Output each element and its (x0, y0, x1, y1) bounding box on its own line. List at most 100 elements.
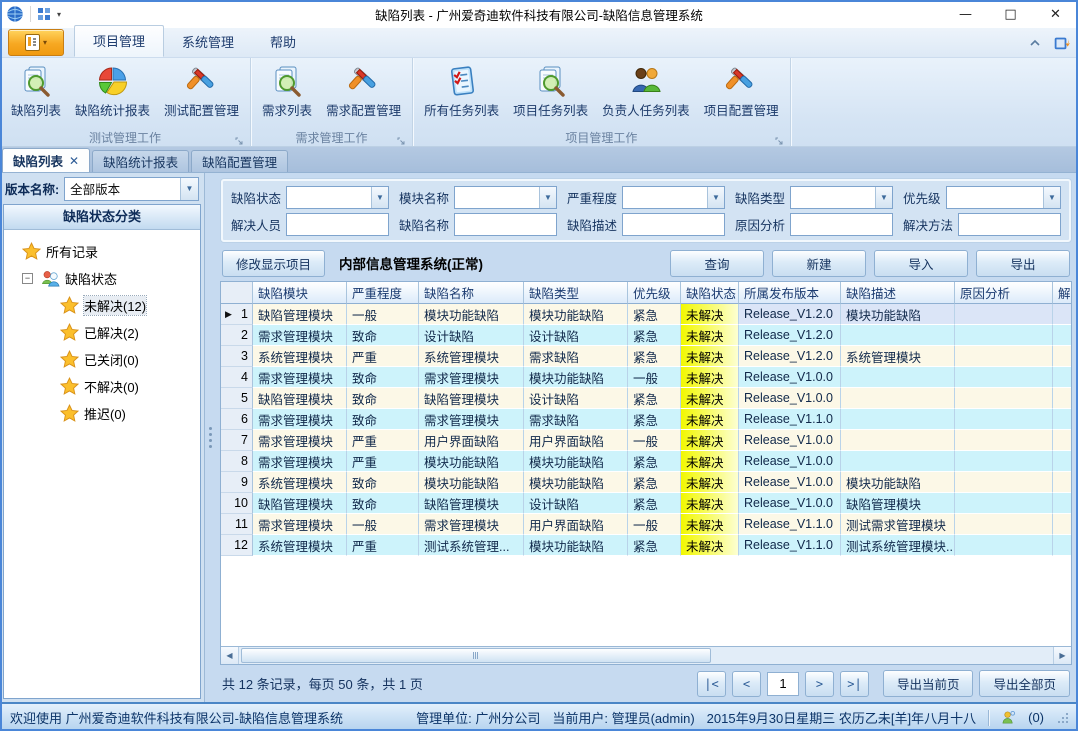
collapse-ribbon-icon[interactable] (1028, 38, 1042, 48)
row-selector[interactable]: 7 (221, 430, 253, 451)
sidebar-splitter[interactable] (205, 173, 215, 702)
close-tab-icon[interactable]: ✕ (69, 154, 79, 168)
scrollbar-thumb[interactable] (241, 648, 711, 663)
column-header-缺陷描述[interactable]: 缺陷描述 (841, 282, 955, 304)
row-selector[interactable]: 4 (221, 367, 253, 388)
table-row[interactable]: 6需求管理模块致命需求管理模块需求缺陷紧急未解决Release_V1.1.0 (221, 409, 1071, 430)
table-row[interactable]: 5缺陷管理模块致命缺陷管理模块设计缺陷紧急未解决Release_V1.0.0 (221, 388, 1071, 409)
tree-item-已关闭(0)[interactable]: 已关闭(0) (8, 346, 196, 373)
column-header-原因分析[interactable]: 原因分析 (955, 282, 1053, 304)
table-row[interactable]: 3系统管理模块严重系统管理模块需求缺陷紧急未解决Release_V1.2.0系统… (221, 346, 1071, 367)
action-button-导入[interactable]: 导入 (874, 250, 968, 277)
tree-item-推迟(0)[interactable]: 推迟(0) (8, 400, 196, 427)
row-selector[interactable]: 6 (221, 409, 253, 430)
defect-list-shortcut-icon[interactable] (37, 7, 51, 21)
table-row[interactable]: 2需求管理模块致命设计缺陷设计缺陷紧急未解决Release_V1.2.0 (221, 325, 1071, 346)
ribbon-tab-帮助[interactable]: 帮助 (252, 27, 314, 57)
column-header-缺陷类型[interactable]: 缺陷类型 (524, 282, 628, 304)
help-icon[interactable] (1052, 34, 1070, 52)
row-selector[interactable]: 9 (221, 472, 253, 493)
ribbon-button-需求列表[interactable]: 需求列表 (255, 61, 319, 122)
dialog-launcher-icon[interactable] (775, 134, 784, 143)
ribbon-button-需求配置管理[interactable]: 需求配置管理 (319, 61, 408, 122)
ribbon-button-所有任务列表[interactable]: 所有任务列表 (417, 61, 506, 122)
doc-tab-缺陷列表[interactable]: 缺陷列表✕ (2, 148, 90, 172)
minimize-button[interactable]: — (943, 0, 988, 28)
filter-input-原因分析[interactable] (790, 213, 893, 236)
table-row[interactable]: 4需求管理模块致命需求管理模块模块功能缺陷一般未解决Release_V1.0.0 (221, 367, 1071, 388)
column-header-缺陷模块[interactable]: 缺陷模块 (253, 282, 347, 304)
tree-item-缺陷状态[interactable]: −缺陷状态 (8, 265, 196, 292)
next-page-button[interactable]: > (805, 671, 834, 697)
action-button-导出[interactable]: 导出 (976, 250, 1070, 277)
dialog-launcher-icon[interactable] (397, 134, 406, 143)
ribbon-button-项目任务列表[interactable]: 项目任务列表 (506, 61, 595, 122)
filter-select-缺陷状态[interactable]: ▼ (286, 186, 389, 209)
ribbon-tab-系统管理[interactable]: 系统管理 (164, 27, 252, 57)
maximize-button[interactable]: □ (988, 0, 1033, 28)
row-selector[interactable]: 11 (221, 514, 253, 535)
ribbon-button-项目配置管理[interactable]: 项目配置管理 (697, 61, 786, 122)
quick-access-dropdown-icon[interactable]: ▾ (57, 10, 61, 19)
modify-display-button[interactable]: 修改显示项目 (222, 250, 325, 277)
row-selector[interactable]: 8 (221, 451, 253, 472)
scroll-right-icon[interactable]: ▶ (1053, 647, 1071, 664)
page-number-input[interactable]: 1 (767, 672, 799, 696)
filter-select-优先级[interactable]: ▼ (946, 186, 1061, 209)
row-selector[interactable]: 3 (221, 346, 253, 367)
filter-input-缺陷名称[interactable] (454, 213, 557, 236)
column-header-解决方法[interactable]: 解决方法 (1053, 282, 1071, 304)
scroll-left-icon[interactable]: ◀ (221, 647, 239, 664)
dialog-launcher-icon[interactable] (235, 134, 244, 143)
first-page-button[interactable]: |< (697, 671, 726, 697)
filter-input-缺陷描述[interactable] (622, 213, 725, 236)
online-user-icon[interactable] (1001, 710, 1016, 725)
ribbon-button-缺陷统计报表[interactable]: 缺陷统计报表 (68, 61, 157, 122)
column-header-严重程度[interactable]: 严重程度 (347, 282, 419, 304)
action-button-新建[interactable]: 新建 (772, 250, 866, 277)
table-row[interactable]: ▶1缺陷管理模块一般模块功能缺陷模块功能缺陷紧急未解决Release_V1.2.… (221, 304, 1071, 325)
last-page-button[interactable]: >| (840, 671, 869, 697)
row-selector[interactable]: 12 (221, 535, 253, 556)
column-header-所属发布版本[interactable]: 所属发布版本 (739, 282, 841, 304)
row-selector[interactable]: 2 (221, 325, 253, 346)
table-row[interactable]: 10缺陷管理模块致命缺陷管理模块设计缺陷紧急未解决Release_V1.0.0缺… (221, 493, 1071, 514)
filter-input-解决方法[interactable] (958, 213, 1061, 236)
ribbon-button-缺陷列表[interactable]: 缺陷列表 (4, 61, 68, 122)
tree-item-已解决(2)[interactable]: 已解决(2) (8, 319, 196, 346)
column-header-优先级[interactable]: 优先级 (628, 282, 681, 304)
ribbon-button-测试配置管理[interactable]: 测试配置管理 (157, 61, 246, 122)
filter-input-解决人员[interactable] (286, 213, 389, 236)
resize-grip[interactable] (1058, 713, 1068, 723)
collapse-node-icon[interactable]: − (22, 273, 33, 284)
prev-page-button[interactable]: < (732, 671, 761, 697)
horizontal-scrollbar[interactable]: ◀ ▶ (221, 646, 1071, 664)
table-row[interactable]: 11需求管理模块一般需求管理模块用户界面缺陷一般未解决Release_V1.1.… (221, 514, 1071, 535)
row-selector[interactable]: 10 (221, 493, 253, 514)
filter-select-模块名称[interactable]: ▼ (454, 186, 557, 209)
tree-item-未解决(12)[interactable]: 未解决(12) (8, 292, 196, 319)
export-current-page-button[interactable]: 导出当前页 (883, 670, 974, 697)
version-select[interactable]: 全部版本 ▼ (64, 177, 199, 201)
table-row[interactable]: 9系统管理模块致命模块功能缺陷模块功能缺陷紧急未解决Release_V1.0.0… (221, 472, 1071, 493)
row-selector[interactable]: ▶1 (221, 304, 253, 325)
column-header-缺陷名称[interactable]: 缺陷名称 (419, 282, 524, 304)
table-row[interactable]: 7需求管理模块严重用户界面缺陷用户界面缺陷一般未解决Release_V1.0.0 (221, 430, 1071, 451)
doc-tab-缺陷配置管理[interactable]: 缺陷配置管理 (191, 150, 288, 172)
ribbon-button-负责人任务列表[interactable]: 负责人任务列表 (595, 61, 697, 122)
doc-tab-缺陷统计报表[interactable]: 缺陷统计报表 (92, 150, 189, 172)
export-all-pages-button[interactable]: 导出全部页 (979, 670, 1070, 697)
status-bar: 欢迎使用 广州爱奇迪软件科技有限公司-缺陷信息管理系统 管理单位: 广州分公司 … (0, 702, 1078, 731)
filter-select-严重程度[interactable]: ▼ (622, 186, 725, 209)
action-button-查询[interactable]: 查询 (670, 250, 764, 277)
tree-item-不解决(0)[interactable]: 不解决(0) (8, 373, 196, 400)
table-row[interactable]: 8需求管理模块严重模块功能缺陷模块功能缺陷紧急未解决Release_V1.0.0 (221, 451, 1071, 472)
tree-item-所有记录[interactable]: 所有记录 (8, 238, 196, 265)
filter-select-缺陷类型[interactable]: ▼ (790, 186, 893, 209)
table-row[interactable]: 12系统管理模块严重测试系统管理...模块功能缺陷紧急未解决Release_V1… (221, 535, 1071, 556)
row-selector[interactable]: 5 (221, 388, 253, 409)
column-header-缺陷状态[interactable]: 缺陷状态 (681, 282, 739, 304)
app-menu-button[interactable]: ▾ (8, 29, 64, 56)
close-button[interactable]: ✕ (1033, 0, 1078, 28)
ribbon-tab-项目管理[interactable]: 项目管理 (74, 25, 164, 57)
